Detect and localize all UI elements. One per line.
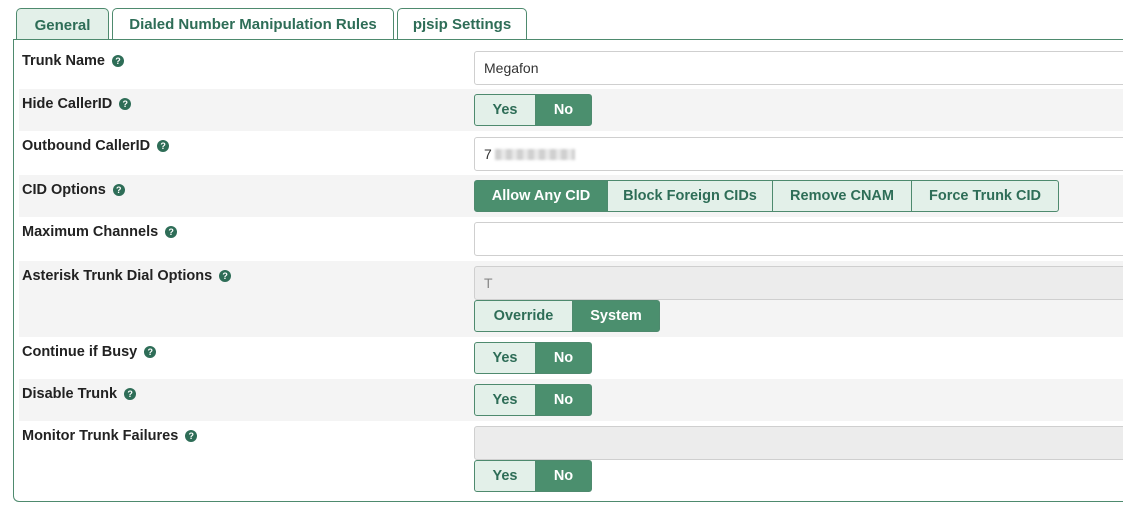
- max-channels-label: Maximum Channels ?: [22, 224, 178, 240]
- cid-force-trunk-button[interactable]: Force Trunk CID: [911, 180, 1059, 212]
- disable-trunk-label: Disable Trunk ?: [22, 386, 137, 402]
- continue-busy-label: Continue if Busy ?: [22, 344, 157, 360]
- tab-general[interactable]: General: [16, 8, 109, 41]
- continue-busy-toggle: Yes No: [474, 342, 592, 374]
- monitor-failures-toggle: Yes No: [474, 460, 592, 492]
- tab-dialed-number-manipulation-rules[interactable]: Dialed Number Manipulation Rules: [112, 8, 394, 39]
- outbound-callerid-label: Outbound CallerID ?: [22, 138, 170, 154]
- disable-trunk-yes-button[interactable]: Yes: [474, 384, 536, 416]
- outbound-callerid-input[interactable]: 7: [474, 137, 1123, 171]
- monitor-failures-input[interactable]: [474, 426, 1123, 460]
- help-icon[interactable]: ?: [144, 346, 157, 358]
- redacted-number: [494, 148, 575, 160]
- tab-pjsip-settings[interactable]: pjsip Settings: [397, 8, 527, 39]
- help-icon[interactable]: ?: [124, 388, 137, 400]
- dial-options-input[interactable]: T: [474, 266, 1123, 300]
- hide-callerid-no-button[interactable]: No: [535, 94, 592, 126]
- cid-options-label: CID Options ?: [22, 182, 125, 198]
- dial-options-toggle: Override System: [474, 300, 660, 332]
- monitor-failures-yes-button[interactable]: Yes: [474, 460, 536, 492]
- help-icon[interactable]: ?: [185, 430, 198, 442]
- continue-busy-yes-button[interactable]: Yes: [474, 342, 536, 374]
- dial-options-override-button[interactable]: Override: [474, 300, 573, 332]
- monitor-failures-no-button[interactable]: No: [535, 460, 592, 492]
- help-icon[interactable]: ?: [165, 226, 178, 238]
- help-icon[interactable]: ?: [219, 270, 232, 282]
- dial-options-label: Asterisk Trunk Dial Options ?: [22, 268, 232, 284]
- cid-block-foreign-button[interactable]: Block Foreign CIDs: [607, 180, 773, 212]
- help-icon[interactable]: ?: [157, 140, 170, 152]
- help-icon[interactable]: ?: [112, 55, 124, 67]
- disable-trunk-toggle: Yes No: [474, 384, 592, 416]
- disable-trunk-no-button[interactable]: No: [535, 384, 592, 416]
- continue-busy-no-button[interactable]: No: [535, 342, 592, 374]
- trunk-name-label: Trunk Name ?: [22, 53, 124, 69]
- max-channels-input[interactable]: [474, 222, 1123, 256]
- cid-allow-any-button[interactable]: Allow Any CID: [474, 180, 608, 212]
- monitor-failures-label: Monitor Trunk Failures ?: [22, 428, 198, 444]
- help-icon[interactable]: ?: [119, 98, 132, 110]
- cid-remove-cnam-button[interactable]: Remove CNAM: [772, 180, 912, 212]
- hide-callerid-toggle: Yes No: [474, 94, 592, 126]
- dial-options-system-button[interactable]: System: [572, 300, 660, 332]
- hide-callerid-yes-button[interactable]: Yes: [474, 94, 536, 126]
- hide-callerid-label: Hide CallerID ?: [22, 96, 132, 112]
- trunk-name-input[interactable]: Megafon: [474, 51, 1123, 85]
- help-icon[interactable]: ?: [112, 184, 125, 196]
- cid-options-group: Allow Any CID Block Foreign CIDs Remove …: [474, 180, 1059, 212]
